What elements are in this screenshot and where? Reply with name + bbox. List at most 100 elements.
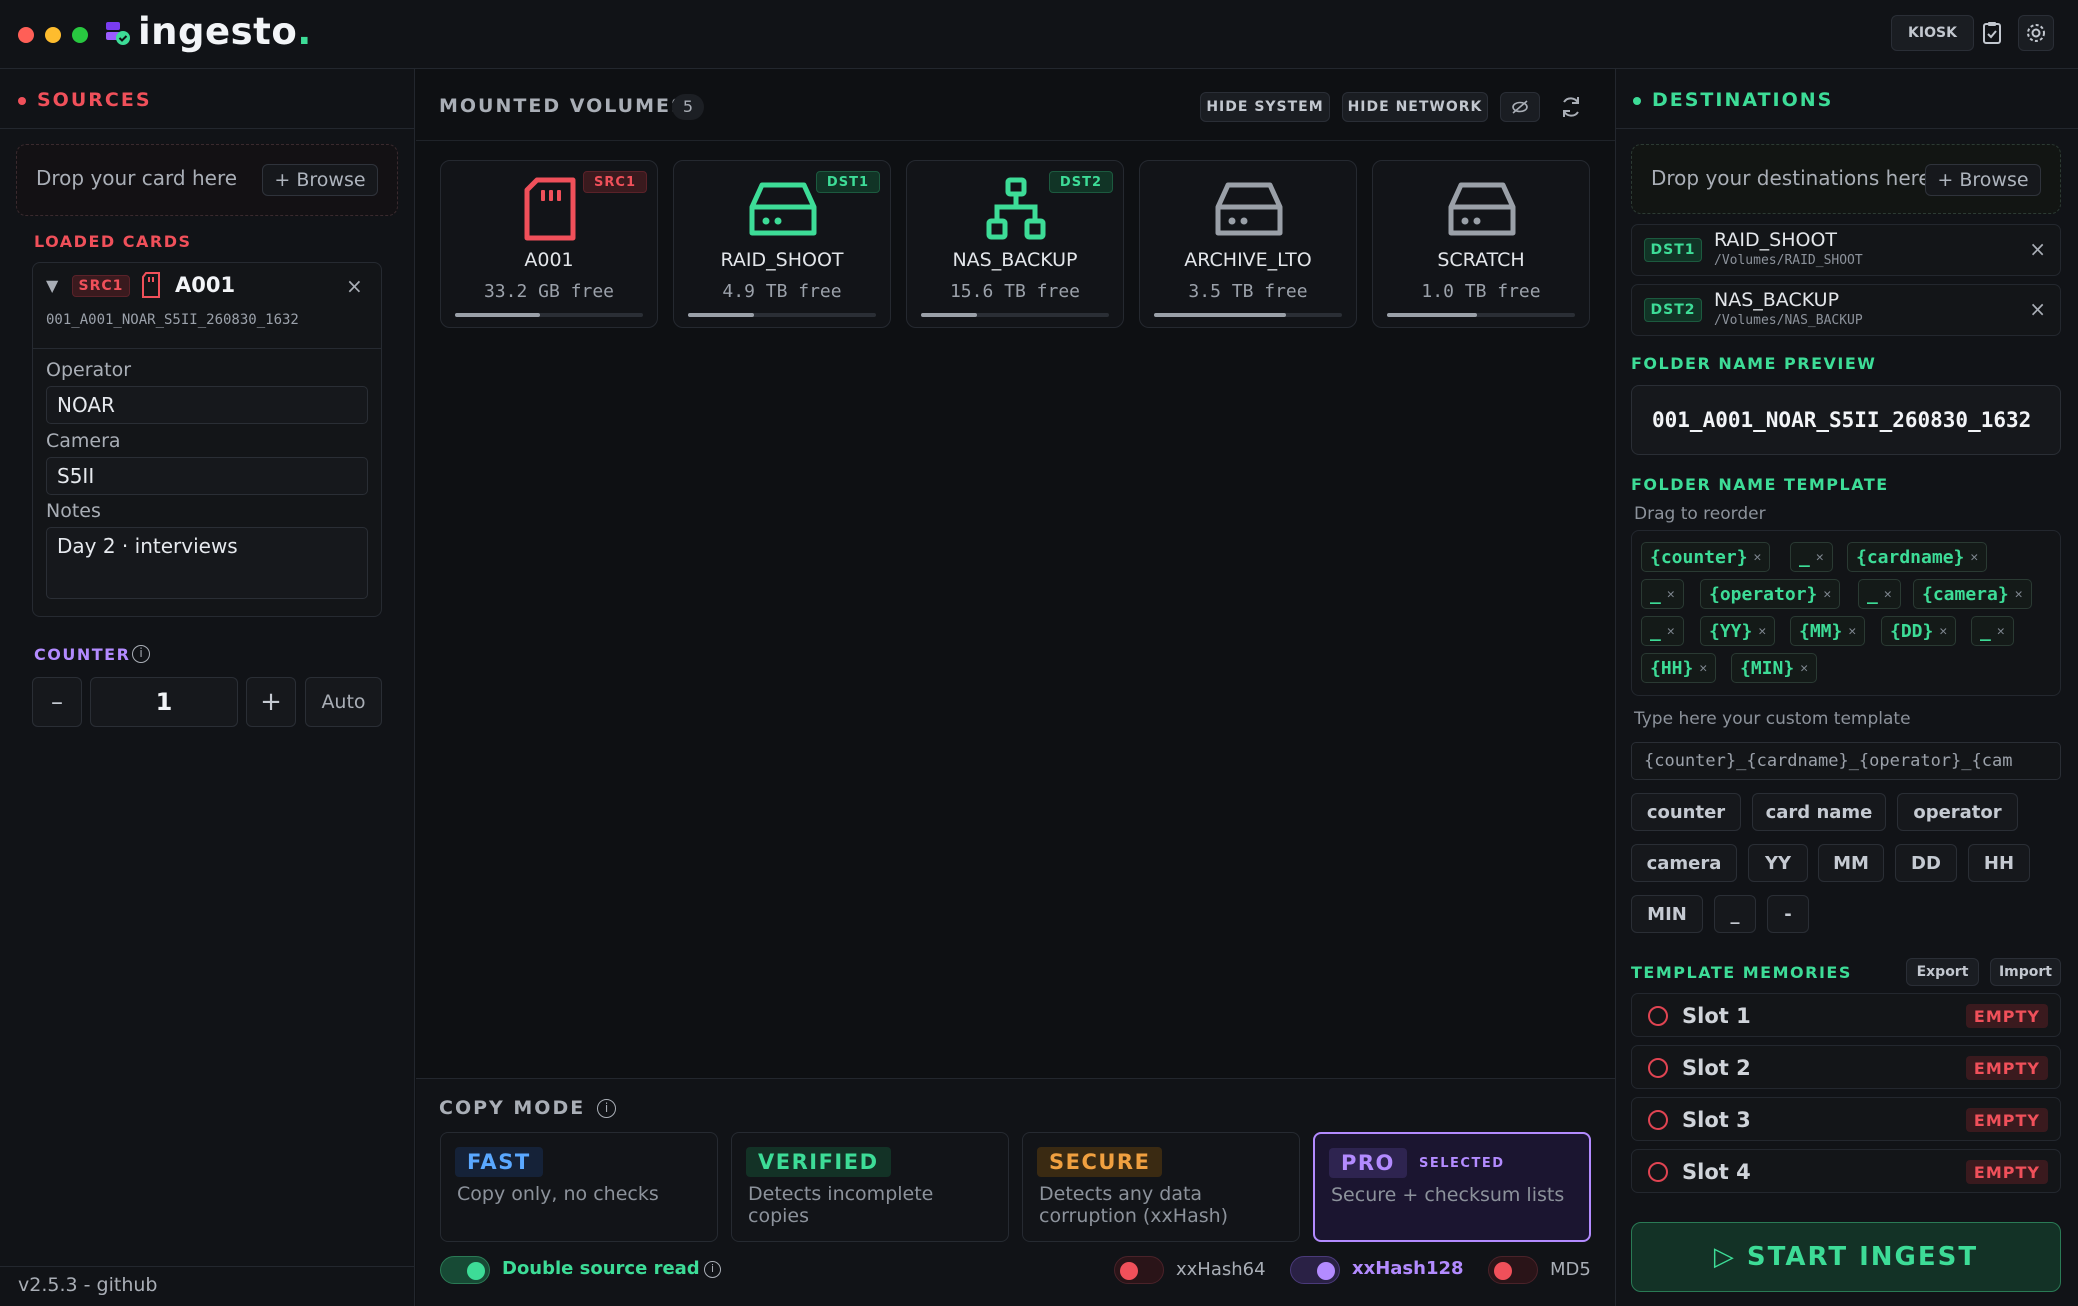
template-chip[interactable]: {counter} ✕ bbox=[1641, 542, 1771, 572]
chip-text: {operator} bbox=[1709, 583, 1818, 605]
start-ingest-button[interactable]: ▷ START INGEST bbox=[1631, 1222, 2061, 1292]
counter-increment-button[interactable]: + bbox=[246, 677, 296, 727]
clipboard-button[interactable] bbox=[1974, 15, 2010, 51]
memory-slot[interactable]: Slot 4 EMPTY bbox=[1631, 1149, 2061, 1193]
close-window-button[interactable] bbox=[18, 27, 34, 43]
chip-remove-icon[interactable]: ✕ bbox=[1758, 624, 1766, 639]
collapse-chevron-icon[interactable]: ▼ bbox=[46, 276, 58, 295]
counter-decrement-button[interactable]: – bbox=[32, 677, 82, 727]
hide-hidden-button[interactable] bbox=[1500, 92, 1540, 122]
remove-destination-close-icon[interactable]: × bbox=[2029, 237, 2046, 261]
token-min-button[interactable]: MIN bbox=[1631, 895, 1703, 933]
chip-remove-icon[interactable]: ✕ bbox=[1939, 624, 1947, 639]
copy-mode-info-icon[interactable]: i bbox=[597, 1099, 616, 1118]
memory-slot[interactable]: Slot 2 EMPTY bbox=[1631, 1045, 2061, 1089]
template-chip[interactable]: _ ✕ bbox=[1641, 616, 1684, 646]
hide-network-button[interactable]: HIDE NETWORK bbox=[1342, 92, 1488, 122]
counter-input[interactable]: 1 bbox=[90, 677, 238, 727]
chip-remove-icon[interactable]: ✕ bbox=[1754, 550, 1762, 565]
template-chip[interactable]: {camera} ✕ bbox=[1913, 579, 2032, 609]
volume-card[interactable]: DST1 RAID_SHOOT 4.9 TB free bbox=[673, 160, 891, 328]
volume-free: 1.0 TB free bbox=[1421, 281, 1541, 302]
source-browse-button[interactable]: + Browse bbox=[262, 164, 378, 196]
notes-textarea[interactable]: Day 2 · interviews bbox=[46, 527, 368, 599]
md5-label: MD5 bbox=[1550, 1259, 1591, 1280]
chip-remove-icon[interactable]: ✕ bbox=[1667, 624, 1675, 639]
token-mm-button[interactable]: MM bbox=[1818, 844, 1884, 882]
chip-remove-icon[interactable]: ✕ bbox=[1800, 661, 1808, 676]
template-chip[interactable]: {YY} ✕ bbox=[1700, 616, 1776, 646]
operator-input[interactable]: NOAR bbox=[46, 386, 368, 424]
slot-radio[interactable] bbox=[1648, 1006, 1668, 1026]
slot-radio[interactable] bbox=[1648, 1110, 1668, 1130]
chip-remove-icon[interactable]: ✕ bbox=[1848, 624, 1856, 639]
volume-card[interactable]: SRC1 A001 33.2 GB free bbox=[440, 160, 658, 328]
md5-toggle[interactable] bbox=[1488, 1256, 1538, 1284]
volume-card[interactable]: ARCHIVE_LTO 3.5 TB free bbox=[1139, 160, 1357, 328]
hide-system-button[interactable]: HIDE SYSTEM bbox=[1200, 92, 1330, 122]
volume-badge: DST1 bbox=[815, 171, 880, 193]
minimize-window-button[interactable] bbox=[45, 27, 61, 43]
template-chip[interactable]: {DD} ✕ bbox=[1881, 616, 1957, 646]
template-chip[interactable]: _ ✕ bbox=[1790, 542, 1833, 572]
chip-remove-icon[interactable]: ✕ bbox=[1823, 587, 1831, 602]
drive-icon bbox=[748, 181, 818, 243]
template-chip[interactable]: _ ✕ bbox=[1858, 579, 1901, 609]
destination-name: RAID_SHOOT bbox=[1714, 229, 1838, 251]
chip-remove-icon[interactable]: ✕ bbox=[2015, 587, 2023, 602]
counter-auto-button[interactable]: Auto bbox=[305, 677, 382, 727]
export-button[interactable]: Export bbox=[1906, 958, 1979, 986]
double-read-info-icon[interactable]: i bbox=[704, 1261, 721, 1278]
token-underscore-button[interactable]: _ bbox=[1714, 895, 1756, 933]
template-chip[interactable]: {operator} ✕ bbox=[1700, 579, 1841, 609]
token-counter-button[interactable]: counter bbox=[1631, 793, 1741, 831]
mode-pro-card[interactable]: PRO SELECTED Secure + checksum lists bbox=[1313, 1132, 1591, 1242]
chip-remove-icon[interactable]: ✕ bbox=[1699, 661, 1707, 676]
slot-radio[interactable] bbox=[1648, 1162, 1668, 1182]
token-yy-button[interactable]: YY bbox=[1748, 844, 1808, 882]
version-link[interactable]: v2.5.3 - github bbox=[18, 1274, 157, 1296]
token-operator-button[interactable]: operator bbox=[1897, 793, 2018, 831]
mode-verified-card[interactable]: VERIFIED Detects incomplete copies bbox=[731, 1132, 1009, 1242]
chip-remove-icon[interactable]: ✕ bbox=[1884, 587, 1892, 602]
double-read-toggle[interactable] bbox=[440, 1256, 490, 1284]
memory-slot[interactable]: Slot 1 EMPTY bbox=[1631, 993, 2061, 1037]
slot-radio[interactable] bbox=[1648, 1058, 1668, 1078]
template-chip[interactable]: {MIN} ✕ bbox=[1731, 653, 1818, 683]
volume-card[interactable]: SCRATCH 1.0 TB free bbox=[1372, 160, 1590, 328]
template-chip[interactable]: {cardname} ✕ bbox=[1847, 542, 1988, 572]
chip-remove-icon[interactable]: ✕ bbox=[1970, 550, 1978, 565]
template-chip[interactable]: _ ✕ bbox=[1971, 616, 2014, 646]
camera-input[interactable]: S5II bbox=[46, 457, 368, 495]
token-camera-button[interactable]: camera bbox=[1631, 844, 1737, 882]
memory-slot[interactable]: Slot 3 EMPTY bbox=[1631, 1097, 2061, 1141]
counter-info-icon[interactable]: i bbox=[132, 645, 150, 663]
destinations-title: DESTINATIONS bbox=[1652, 89, 1834, 111]
xxhash128-toggle[interactable] bbox=[1290, 1256, 1340, 1284]
token-dd-button[interactable]: DD bbox=[1895, 844, 1957, 882]
remove-destination-close-icon[interactable]: × bbox=[2029, 297, 2046, 321]
token-card-name-button[interactable]: card name bbox=[1752, 793, 1886, 831]
chip-remove-icon[interactable]: ✕ bbox=[1667, 587, 1675, 602]
maximize-window-button[interactable] bbox=[72, 27, 88, 43]
kiosk-button[interactable]: KIOSK bbox=[1891, 15, 1974, 51]
network-icon bbox=[984, 177, 1048, 245]
template-chip[interactable]: _ ✕ bbox=[1641, 579, 1684, 609]
mode-fast-card[interactable]: FAST Copy only, no checks bbox=[440, 1132, 718, 1242]
custom-template-input[interactable]: {counter}_{cardname}_{operator}_{cam bbox=[1631, 742, 2061, 780]
template-chip[interactable]: {HH} ✕ bbox=[1641, 653, 1717, 683]
volume-card[interactable]: DST2 NAS_BACKUP 15.6 TB free bbox=[906, 160, 1124, 328]
chip-remove-icon[interactable]: ✕ bbox=[1816, 550, 1824, 565]
chip-remove-icon[interactable]: ✕ bbox=[1997, 624, 2005, 639]
refresh-button[interactable] bbox=[1558, 94, 1584, 124]
remove-card-close-icon[interactable]: × bbox=[346, 274, 363, 298]
destination-browse-button[interactable]: + Browse bbox=[1925, 164, 2041, 196]
settings-button[interactable] bbox=[2018, 15, 2054, 51]
destination-drop-text: Drop your destinations here bbox=[1651, 166, 1931, 190]
token-hh-button[interactable]: HH bbox=[1968, 844, 2030, 882]
import-button[interactable]: Import bbox=[1990, 958, 2061, 986]
xxhash64-toggle[interactable] bbox=[1114, 1256, 1164, 1284]
mode-secure-card[interactable]: SECURE Detects any data corruption (xxHa… bbox=[1022, 1132, 1300, 1242]
template-chip[interactable]: {MM} ✕ bbox=[1790, 616, 1866, 646]
token-dash-button[interactable]: - bbox=[1767, 895, 1809, 933]
